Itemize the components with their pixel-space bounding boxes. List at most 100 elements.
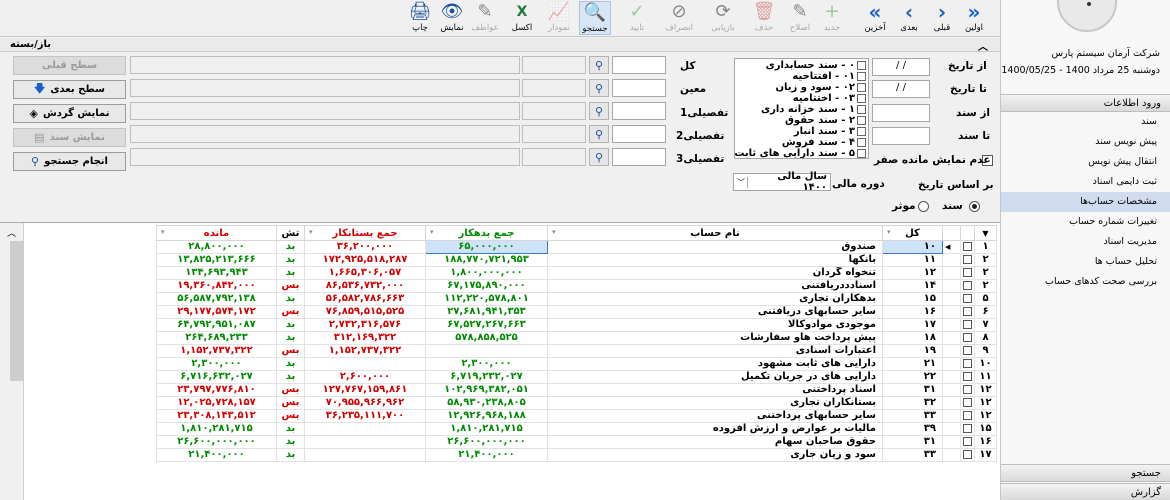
cell-code[interactable]: ۱۱ bbox=[882, 253, 943, 267]
cell-select[interactable] bbox=[960, 331, 975, 345]
cell-debit[interactable]: ۱۸۸,۷۷۰,۷۲۱,۹۵۳ bbox=[425, 253, 548, 267]
cell-select[interactable] bbox=[960, 409, 975, 423]
row-checkbox[interactable] bbox=[963, 436, 972, 446]
cell-select[interactable] bbox=[960, 448, 975, 462]
cell-balance[interactable]: ۱,۸۱۰,۲۸۱,۷۱۵ bbox=[156, 422, 277, 436]
cell-credit[interactable]: ۱,۱۵۲,۷۳۷,۳۲۲ bbox=[304, 344, 426, 358]
cell-debit[interactable]: ۱,۸۰۰,۰۰۰,۰۰۰ bbox=[425, 266, 548, 280]
row-checkbox[interactable] bbox=[963, 397, 972, 407]
cell-balance[interactable]: ۵۶,۵۸۷,۷۹۲,۱۳۸ bbox=[156, 292, 277, 306]
table-row[interactable]: ۱۲,۰۲۵,۷۲۸,۱۵۷ بس ۷۰,۹۵۵,۹۶۶,۹۶۲ ۵۸,۹۳۰,۲۳۸… bbox=[156, 396, 997, 410]
binoculars-icon[interactable]: ⚲ bbox=[589, 56, 609, 74]
moein-code-field[interactable] bbox=[612, 79, 666, 97]
cell-row[interactable]: ۵ bbox=[974, 292, 997, 306]
cell-credit[interactable]: ۲,۷۳۲,۳۱۶,۵۷۶ bbox=[304, 318, 426, 332]
doc-type-checkbox[interactable] bbox=[857, 94, 866, 103]
cell-credit[interactable]: ۱۲۷,۷۶۷,۱۵۹,۸۶۱ bbox=[304, 383, 426, 397]
cell-name[interactable]: بستانکاران تجاری bbox=[547, 396, 883, 410]
cell-debit[interactable]: ۶۷,۱۷۵,۸۹۰,۰۰۰ bbox=[425, 279, 548, 293]
cell-nature[interactable]: بس bbox=[276, 305, 305, 319]
next-button[interactable]: ‹ بعدی bbox=[893, 1, 925, 35]
section-data-entry[interactable]: ورود اطلاعات bbox=[1001, 94, 1170, 112]
cell-name[interactable]: دارایی های در جریان تکمیل bbox=[547, 370, 883, 384]
table-row[interactable]: ۱۳,۸۲۵,۲۱۳,۶۶۶ بد ۱۷۲,۹۲۵,۵۱۸,۲۸۷ ۱۸۸,۷۷۰,۷… bbox=[156, 253, 997, 267]
cell-select[interactable] bbox=[960, 344, 975, 358]
row-checkbox[interactable] bbox=[963, 449, 972, 459]
sidebar-item[interactable]: سند bbox=[1001, 112, 1170, 132]
cell-debit[interactable]: ۲۱,۴۰۰,۰۰۰ bbox=[425, 448, 548, 462]
doc-types-list[interactable]: ۰ - سند حسابداری ۰۱ - افتتاحیه ۰۲ - سود و … bbox=[734, 58, 869, 159]
cell-nature[interactable]: بد bbox=[276, 448, 305, 462]
cell-select[interactable] bbox=[960, 435, 975, 449]
cell-debit[interactable]: ۶۵,۰۰۰,۰۰۰ bbox=[425, 240, 548, 254]
doc-type-item[interactable]: ۰۲ - سود و زیان bbox=[737, 82, 866, 93]
prev-level-button[interactable]: سطح قبلی bbox=[13, 56, 126, 75]
sidebar-item[interactable]: بررسی صحت کدهای حساب bbox=[1001, 272, 1170, 292]
cell-name[interactable]: حقوق صاحبان سهام bbox=[547, 435, 883, 449]
sidebar-item[interactable]: مشخصات حساب‌ها bbox=[1001, 192, 1170, 212]
next-level-button[interactable]: 🡇 سطح بعدی bbox=[13, 80, 126, 99]
cell-select[interactable] bbox=[960, 357, 975, 371]
row-checkbox[interactable] bbox=[963, 254, 972, 264]
cell-nature[interactable]: بد bbox=[276, 370, 305, 384]
filter-dropdown-icon[interactable]: ▼ bbox=[982, 229, 988, 238]
row-checkbox[interactable] bbox=[963, 280, 972, 290]
cell-code[interactable]: ۱۹ bbox=[882, 344, 943, 358]
doc-type-item[interactable]: ۳ - سند انبار bbox=[737, 126, 866, 137]
cell-code[interactable]: ۱۵ bbox=[882, 292, 943, 306]
cell-row[interactable]: ۱۵ bbox=[974, 422, 997, 436]
excel-button[interactable]: X اکسل bbox=[506, 1, 538, 35]
cell-row[interactable]: ۱۶ bbox=[974, 435, 997, 449]
doc-type-item[interactable]: ۰۱ - افتتاحیه bbox=[737, 71, 866, 82]
cell-code[interactable]: ۱۴ bbox=[882, 279, 943, 293]
draw-button[interactable]: ✎ عواطف bbox=[469, 1, 501, 35]
cell-code[interactable]: ۱۷ bbox=[882, 318, 943, 332]
cell-credit[interactable]: ۳۶,۲۰۰,۰۰۰ bbox=[304, 240, 426, 254]
cell-credit[interactable]: ۷۰,۹۵۵,۹۶۶,۹۶۲ bbox=[304, 396, 426, 410]
cell-name[interactable]: اسناد پرداختنی bbox=[547, 383, 883, 397]
filter-panel-header[interactable]: باز/بسته ︿ bbox=[0, 38, 1000, 53]
binoculars-icon[interactable]: ⚲ bbox=[589, 102, 609, 120]
row-checkbox[interactable] bbox=[963, 371, 972, 381]
cell-name[interactable]: تنخواه گردان bbox=[547, 266, 883, 280]
cell-balance[interactable]: ۱۳۴,۶۹۳,۹۴۳ bbox=[156, 266, 277, 280]
cell-balance[interactable]: ۱۹,۳۶۰,۸۴۲,۰۰۰ bbox=[156, 279, 277, 293]
doc-type-item[interactable]: ۴ - سند فروش bbox=[737, 137, 866, 148]
cell-nature[interactable]: بس bbox=[276, 383, 305, 397]
cell-nature[interactable]: بد bbox=[276, 292, 305, 306]
col-debit[interactable]: ▾ جمع بدهکار bbox=[425, 225, 548, 241]
table-row[interactable]: ۲۱,۴۰۰,۰۰۰ بد ۲۱,۴۰۰,۰۰۰ سود و زیان جاری ۳۳ ۱… bbox=[156, 448, 997, 462]
doc-type-item[interactable]: ۱ - سند خزانه داری bbox=[737, 104, 866, 115]
cell-select[interactable] bbox=[960, 253, 975, 267]
cell-nature[interactable]: بد bbox=[276, 422, 305, 436]
cancel-button[interactable]: ⊘ انصراف bbox=[663, 1, 695, 35]
cell-balance[interactable]: ۶۴,۷۹۲,۹۵۱,۰۸۷ bbox=[156, 318, 277, 332]
new-button[interactable]: + جدید bbox=[816, 1, 848, 35]
table-row[interactable]: ۲۳,۳۰۸,۱۴۳,۵۱۲ بس ۳۶,۲۳۵,۱۱۱,۷۰۰ ۱۲,۹۲۶,۹۶۸… bbox=[156, 409, 997, 423]
sidebar-item[interactable]: مدیریت اسناد bbox=[1001, 232, 1170, 252]
period-select[interactable]: ﹀ سال مالی ۱۴۰۰ bbox=[733, 171, 831, 193]
cell-credit[interactable]: ۳۱۲,۱۶۹,۳۲۲ bbox=[304, 331, 426, 345]
cell-debit[interactable]: ۲۶,۶۰۰,۰۰۰,۰۰۰ bbox=[425, 435, 548, 449]
cell-nature[interactable]: بد bbox=[276, 318, 305, 332]
cell-name[interactable]: موجودی موادوکالا bbox=[547, 318, 883, 332]
cell-nature[interactable]: بس bbox=[276, 279, 305, 293]
cell-nature[interactable]: بد bbox=[276, 240, 305, 254]
recover-button[interactable]: ⟳ بازیابی bbox=[707, 1, 739, 35]
cell-select[interactable] bbox=[960, 266, 975, 280]
last-button[interactable]: «آخرین bbox=[859, 1, 891, 35]
doc-type-checkbox[interactable] bbox=[857, 127, 866, 136]
cell-select[interactable] bbox=[960, 240, 975, 254]
cell-select[interactable] bbox=[960, 292, 975, 306]
cell-credit[interactable]: ۷۶,۸۵۹,۵۱۵,۵۲۵ bbox=[304, 305, 426, 319]
row-checkbox[interactable] bbox=[963, 241, 972, 251]
cell-debit[interactable]: ۱۰۲,۹۶۹,۳۸۲,۰۵۱ bbox=[425, 383, 548, 397]
cell-balance[interactable]: ۲۸,۸۰۰,۰۰۰ bbox=[156, 240, 277, 254]
section-search[interactable]: جستجو bbox=[1001, 464, 1170, 482]
cell-code[interactable]: ۲۲ bbox=[882, 370, 943, 384]
doc-type-item[interactable]: ۰۳ - اختتامیه bbox=[737, 93, 866, 104]
cell-row[interactable]: ۱۱ bbox=[974, 370, 997, 384]
cell-select[interactable] bbox=[960, 279, 975, 293]
to-date-field[interactable]: / / bbox=[872, 80, 930, 98]
table-row[interactable]: ۱۳۴,۶۹۳,۹۴۳ بد ۱,۶۶۵,۳۰۶,۰۵۷ ۱,۸۰۰,۰۰۰,۰۰۰ ت… bbox=[156, 266, 997, 280]
